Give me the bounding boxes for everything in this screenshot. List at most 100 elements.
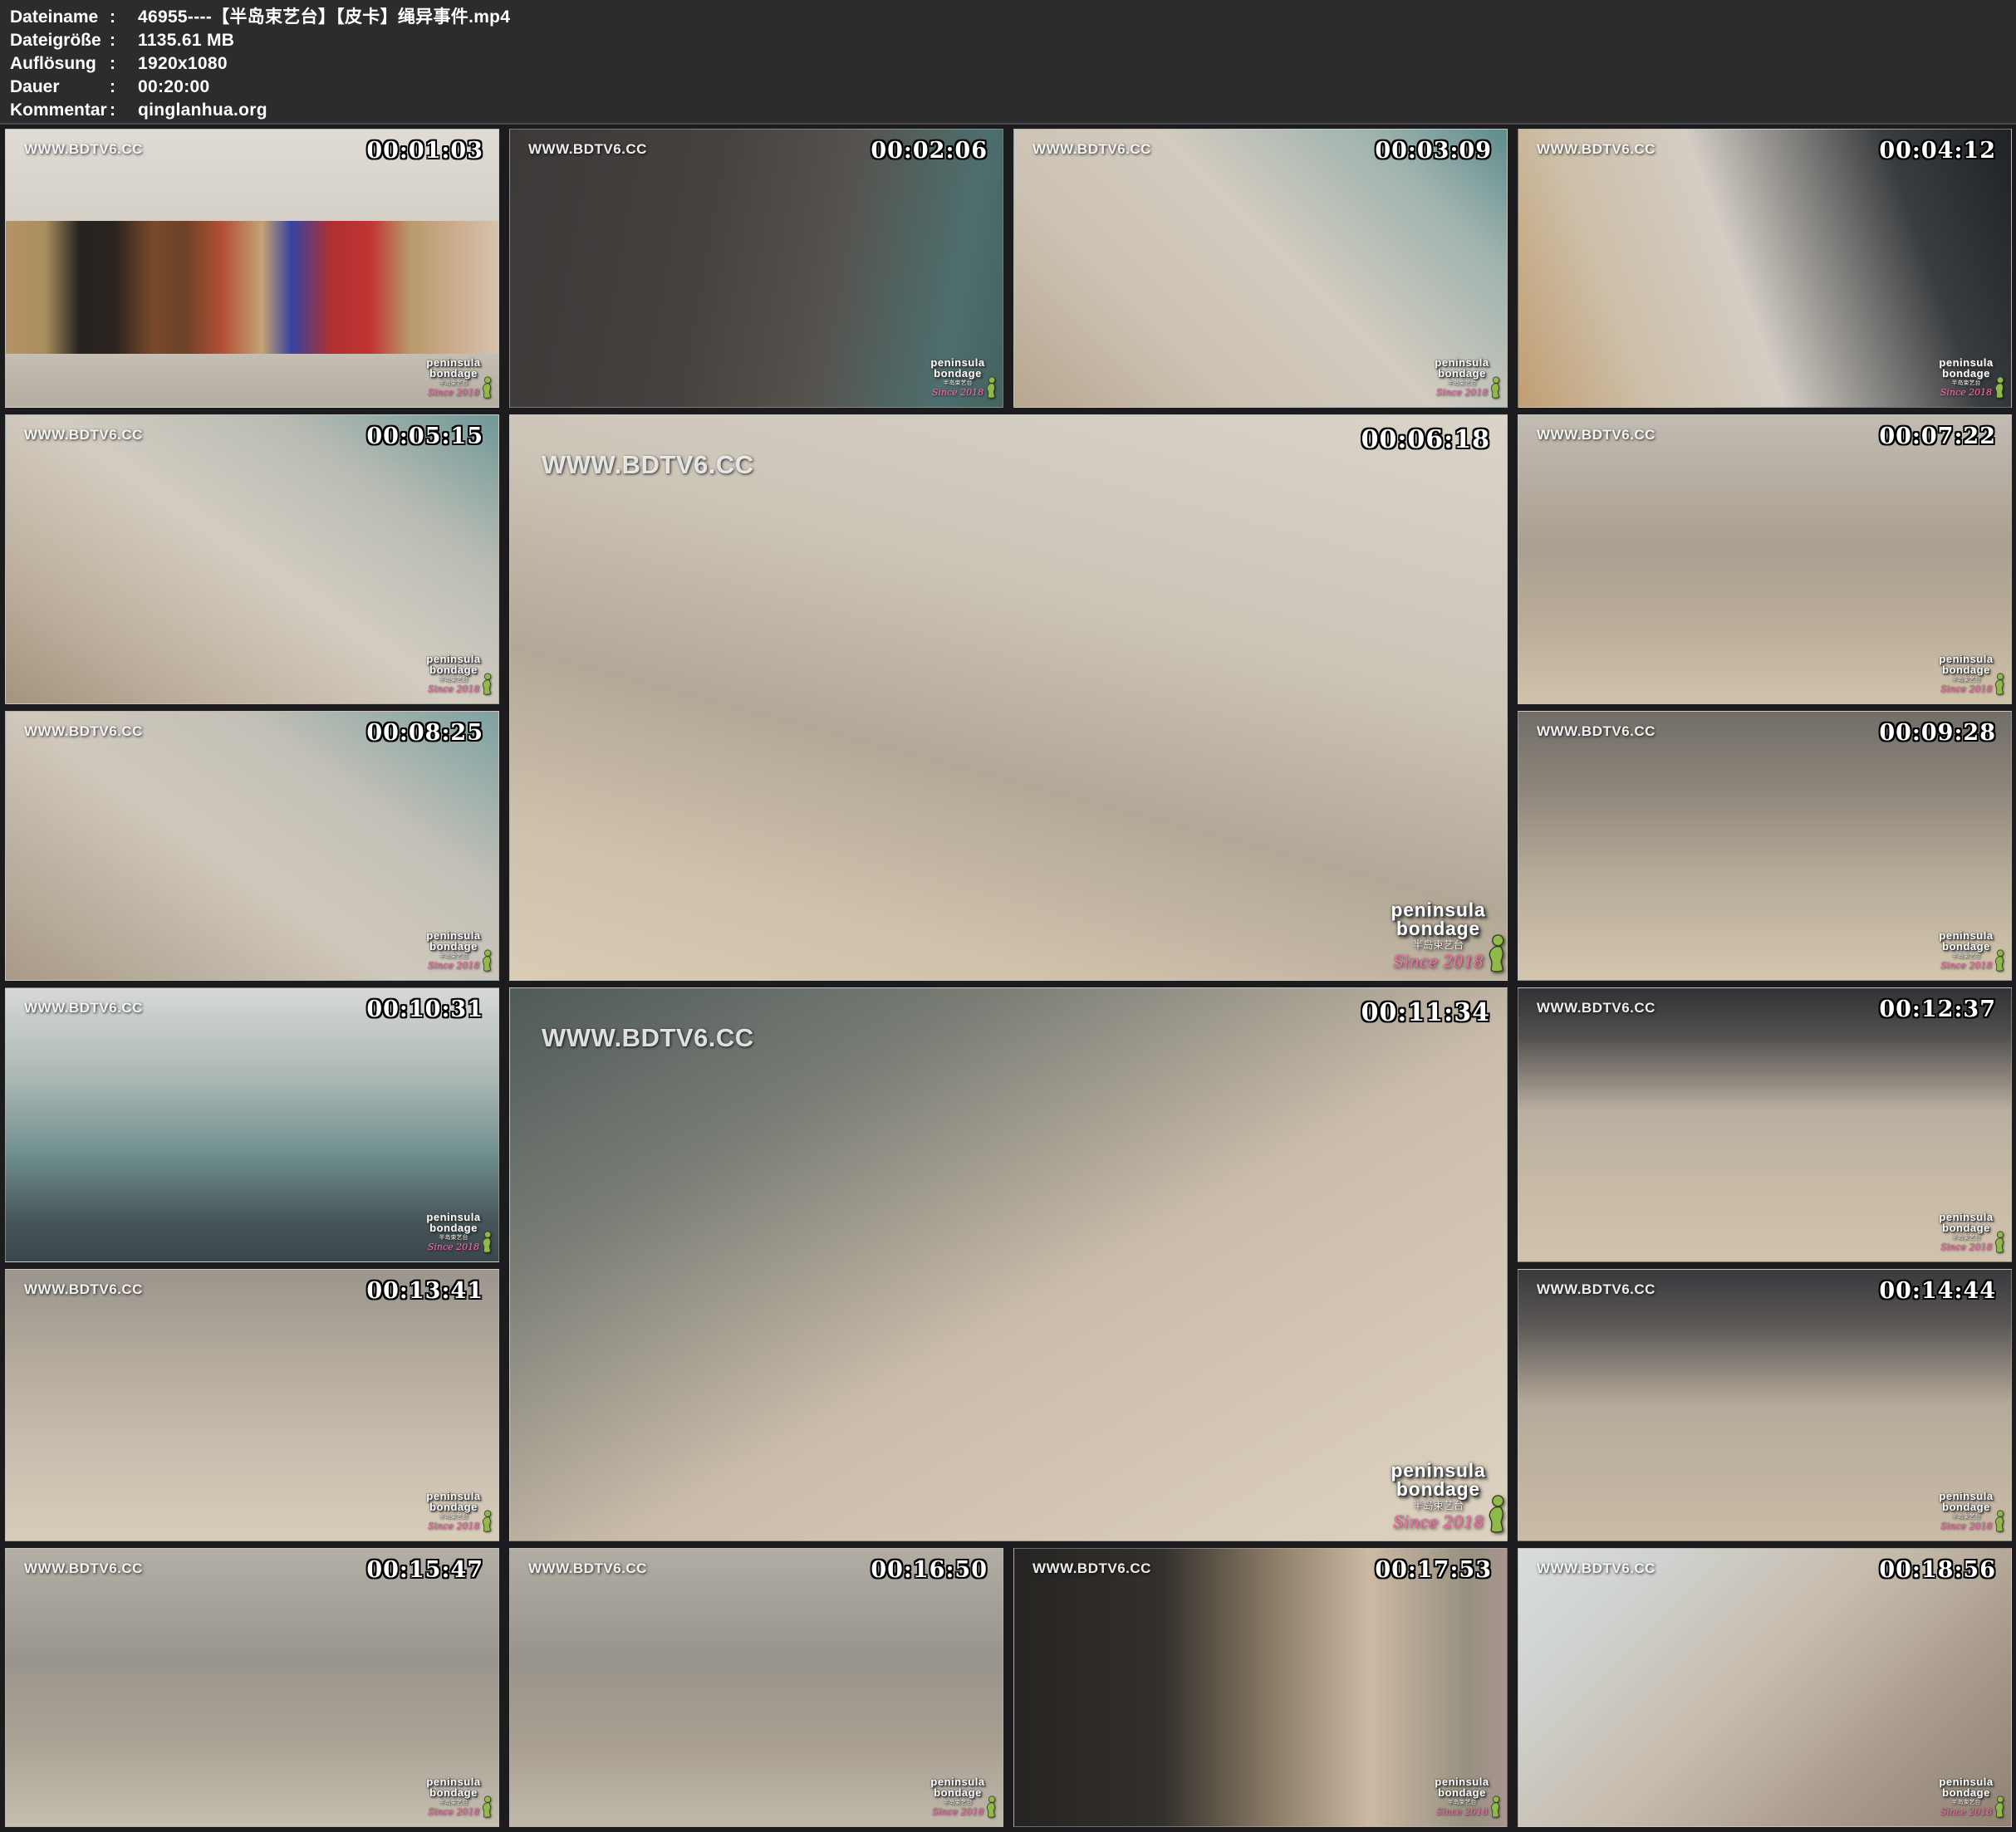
studio-logo-line2: bondage (1935, 1501, 1998, 1512)
studio-logo-line3: 半岛束艺台 (422, 1800, 485, 1805)
studio-logo-line4: Since 2018 (422, 961, 485, 970)
frame-timestamp: 00:16:50 (871, 1557, 988, 1583)
studio-logo: peninsula bondage 半岛束艺台 Since 2018 (422, 1776, 485, 1816)
studio-logo-line3: 半岛束艺台 (1430, 1800, 1494, 1805)
frame-timestamp: 00:09:28 (1879, 720, 1996, 746)
site-watermark: WWW.BDTV6.CC (1033, 1560, 1151, 1577)
studio-logo-line2: bondage (422, 941, 485, 952)
studio-logo-line2: bondage (422, 1222, 485, 1233)
frame-timestamp: 00:03:09 (1375, 138, 1492, 164)
studio-logo: peninsula bondage 半岛束艺台 Since 2018 (1383, 1461, 1494, 1531)
video-thumbnail: WWW.BDTV6.CC 00:15:47 peninsula bondage … (5, 1548, 499, 1827)
studio-logo-line3: 半岛束艺台 (1383, 941, 1494, 951)
video-thumbnail: WWW.BDTV6.CC 00:01:03 peninsula bondage … (5, 129, 499, 408)
video-thumbnail: WWW.BDTV6.CC 00:12:37 peninsula bondage … (1518, 987, 2012, 1262)
site-watermark: WWW.BDTV6.CC (1537, 427, 1655, 443)
studio-logo: peninsula bondage 半岛束艺台 Since 2018 (1383, 900, 1494, 970)
studio-logo-line2: bondage (926, 368, 989, 379)
site-watermark: WWW.BDTV6.CC (1537, 1000, 1655, 1016)
site-watermark: WWW.BDTV6.CC (1537, 1560, 1655, 1577)
kneeling-figure-icon (478, 1795, 493, 1818)
studio-logo-line2: bondage (1383, 1480, 1494, 1499)
studio-logo-line3: 半岛束艺台 (1430, 380, 1494, 386)
frame-timestamp: 00:06:18 (1361, 425, 1490, 454)
site-watermark: WWW.BDTV6.CC (24, 1000, 143, 1016)
studio-logo-line2: bondage (422, 664, 485, 675)
file-info-colon: : (110, 29, 138, 52)
studio-logo-line2: bondage (1935, 368, 1998, 379)
file-info-label: Kommentar (10, 99, 110, 122)
kneeling-figure-icon (1482, 933, 1507, 972)
site-watermark: WWW.BDTV6.CC (1537, 723, 1655, 740)
frame-timestamp: 00:02:06 (871, 138, 988, 164)
kneeling-figure-icon (1482, 1494, 1507, 1533)
video-thumbnail: WWW.BDTV6.CC 00:08:25 peninsula bondage … (5, 711, 499, 981)
studio-logo-line1: peninsula (1383, 1461, 1494, 1480)
studio-logo: peninsula bondage 半岛束艺台 Since 2018 (1935, 654, 1998, 693)
studio-logo-line4: Since 2018 (1383, 1515, 1494, 1531)
video-thumbnail: WWW.BDTV6.CC 00:16:50 peninsula bondage … (509, 1548, 1003, 1827)
studio-logo-line4: Since 2018 (422, 1521, 485, 1531)
studio-logo-line2: bondage (1935, 941, 1998, 952)
site-watermark: WWW.BDTV6.CC (1537, 141, 1655, 158)
video-thumbnail: WWW.BDTV6.CC 00:07:22 peninsula bondage … (1518, 414, 2012, 704)
studio-logo: peninsula bondage 半岛束艺台 Since 2018 (422, 1212, 485, 1252)
site-watermark: WWW.BDTV6.CC (1033, 141, 1151, 158)
studio-logo-line3: 半岛束艺台 (422, 1235, 485, 1241)
site-watermark: WWW.BDTV6.CC (528, 141, 647, 158)
frame-timestamp: 00:01:03 (366, 138, 483, 164)
studio-logo-line3: 半岛束艺台 (422, 1514, 485, 1520)
file-info-value: 46955----【半岛束艺台】【皮卡】绳异事件.mp4 (138, 6, 2016, 29)
studio-logo-line3: 半岛束艺台 (422, 953, 485, 959)
studio-logo-line4: Since 2018 (422, 1242, 485, 1252)
studio-logo: peninsula bondage 半岛束艺台 Since 2018 (1935, 1212, 1998, 1252)
kneeling-figure-icon (1487, 1795, 1501, 1818)
studio-logo-line2: bondage (1935, 1787, 1998, 1798)
studio-logo-line4: Since 2018 (422, 388, 485, 397)
studio-logo: peninsula bondage 半岛束艺台 Since 2018 (1935, 1776, 1998, 1816)
studio-logo-line2: bondage (1935, 1222, 1998, 1233)
frame-timestamp: 00:05:15 (366, 424, 483, 449)
studio-logo-line2: bondage (926, 1787, 989, 1798)
studio-logo: peninsula bondage 半岛束艺台 Since 2018 (926, 357, 989, 397)
studio-logo-line4: Since 2018 (926, 1807, 989, 1816)
kneeling-figure-icon (1991, 376, 2005, 399)
studio-logo-line4: Since 2018 (1935, 1242, 1998, 1252)
studio-logo-line4: Since 2018 (1935, 1807, 1998, 1816)
studio-logo: peninsula bondage 半岛束艺台 Since 2018 (1430, 357, 1494, 397)
file-info-value: 1135.61 MB (138, 29, 2016, 52)
file-info-row: Dateigröße : 1135.61 MB (10, 29, 2016, 52)
kneeling-figure-icon (1991, 673, 2005, 695)
studio-logo-line3: 半岛束艺台 (1935, 953, 1998, 959)
video-thumbnail: WWW.BDTV6.CC 00:09:28 peninsula bondage … (1518, 711, 2012, 981)
studio-logo-line2: bondage (1430, 368, 1494, 379)
video-thumbnail: WWW.BDTV6.CC 00:10:31 peninsula bondage … (5, 987, 499, 1262)
studio-logo-line4: Since 2018 (1935, 1521, 1998, 1531)
studio-logo-line3: 半岛束艺台 (1935, 1514, 1998, 1520)
site-watermark: WWW.BDTV6.CC (24, 427, 143, 443)
studio-logo: peninsula bondage 半岛束艺台 Since 2018 (926, 1776, 989, 1816)
frame-timestamp: 00:07:22 (1879, 424, 1996, 449)
studio-logo-line4: Since 2018 (926, 388, 989, 397)
site-watermark: WWW.BDTV6.CC (528, 1560, 647, 1577)
studio-logo-line3: 半岛束艺台 (926, 380, 989, 386)
file-info-label: Auflösung (10, 52, 110, 76)
studio-logo: peninsula bondage 半岛束艺台 Since 2018 (422, 930, 485, 970)
file-info-label: Dateiname (10, 6, 110, 29)
video-thumbnail: WWW.BDTV6.CC 00:03:09 peninsula bondage … (1013, 129, 1508, 408)
frame-timestamp: 00:15:47 (366, 1557, 483, 1583)
kneeling-figure-icon (478, 376, 493, 399)
file-info-row: Kommentar : qinglanhua.org (10, 99, 2016, 122)
video-thumbnail: WWW.BDTV6.CC 00:02:06 peninsula bondage … (509, 129, 1003, 408)
kneeling-figure-icon (983, 376, 997, 399)
file-info-row: Dateiname : 46955----【半岛束艺台】【皮卡】绳异事件.mp4 (10, 6, 2016, 29)
site-watermark: WWW.BDTV6.CC (24, 141, 143, 158)
studio-logo-line2: bondage (422, 1787, 485, 1798)
studio-logo: peninsula bondage 半岛束艺台 Since 2018 (1935, 1491, 1998, 1531)
studio-logo: peninsula bondage 半岛束艺台 Since 2018 (1935, 930, 1998, 970)
kneeling-figure-icon (983, 1795, 997, 1818)
file-info-header: Dateiname : 46955----【半岛束艺台】【皮卡】绳异事件.mp4… (0, 0, 2016, 125)
studio-logo-line3: 半岛束艺台 (1935, 380, 1998, 386)
frame-timestamp: 00:04:12 (1879, 138, 1996, 164)
site-watermark: WWW.BDTV6.CC (542, 1023, 754, 1053)
